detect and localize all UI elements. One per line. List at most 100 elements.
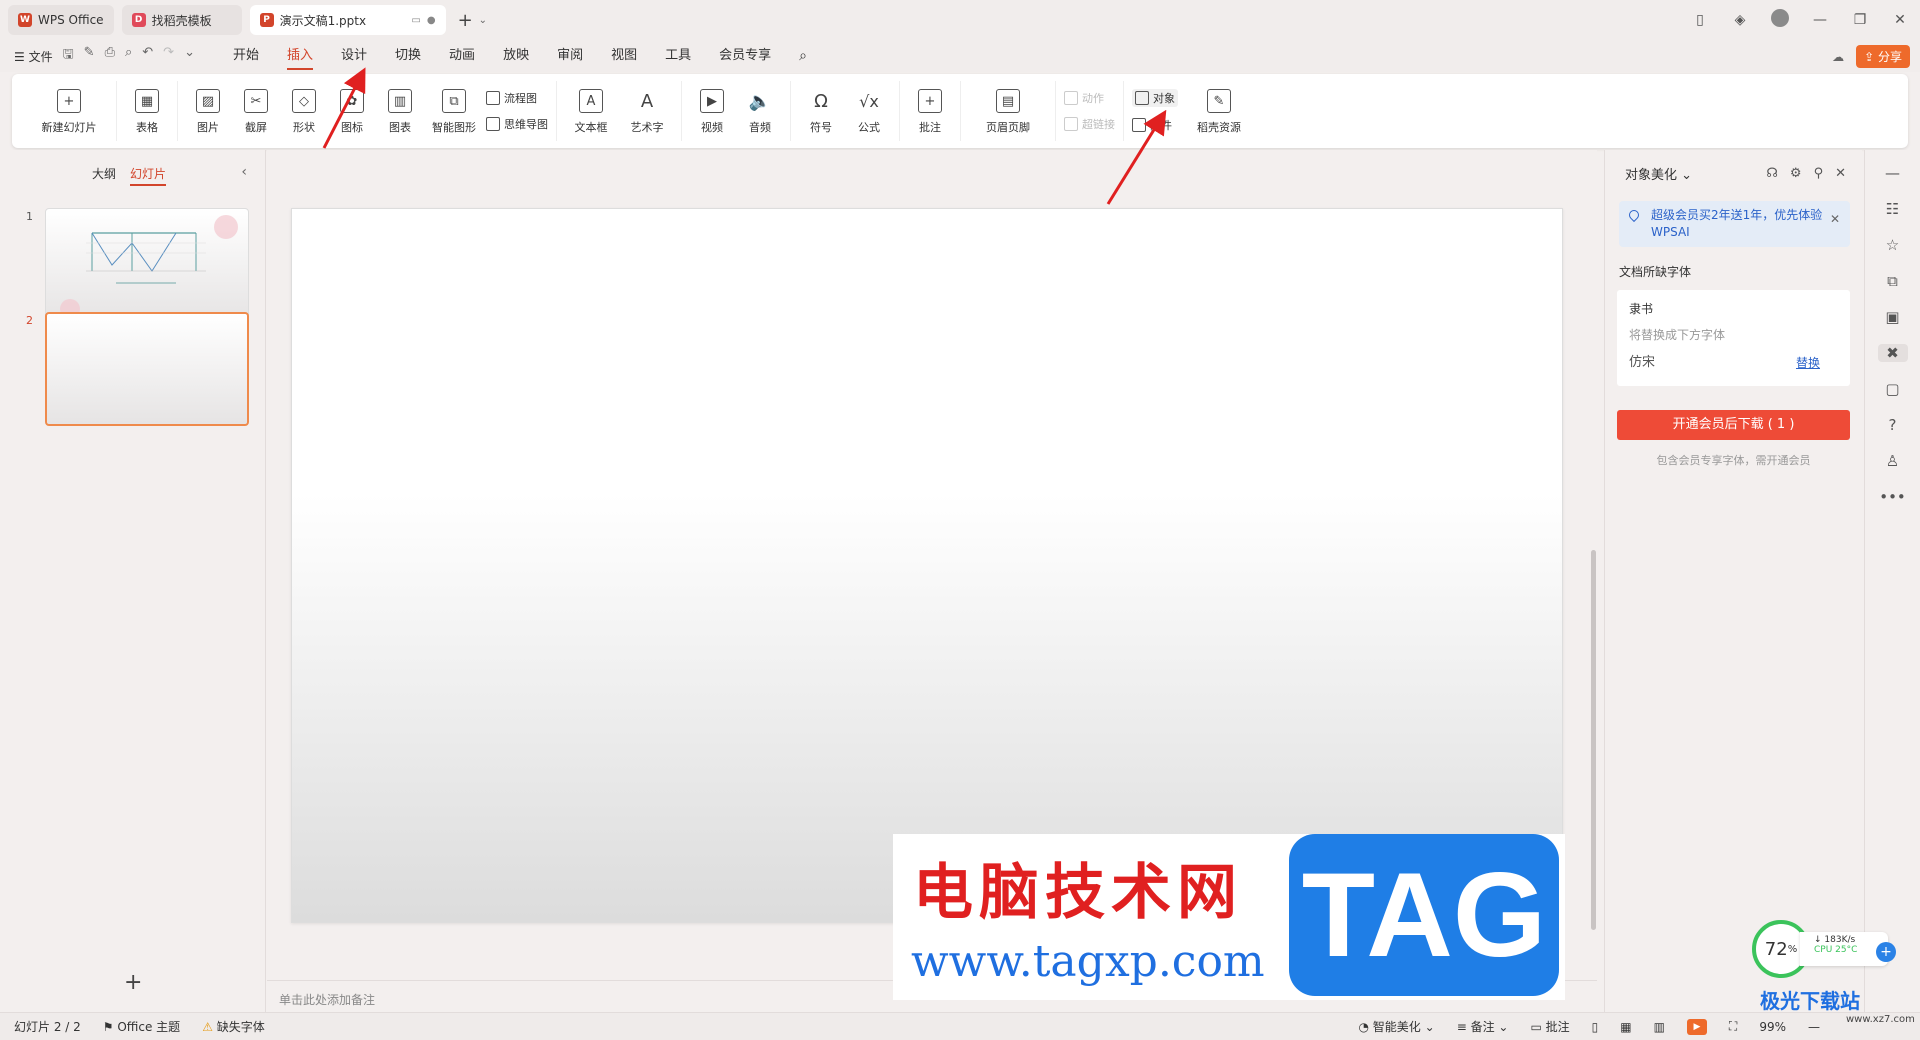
minimize-button[interactable]: — [1800,12,1840,28]
wordart-button[interactable]: A 艺术字 [621,83,673,139]
watermark: 电脑技术网 www.tagxp.com TAG [893,834,1565,1000]
headset-icon[interactable]: ☊ [1766,166,1778,181]
new-tab-button[interactable]: + [458,10,473,31]
action-button[interactable]: 动作 [1064,90,1115,106]
chart-button[interactable]: ▥ 图表 [378,83,422,139]
tab-review[interactable]: 审阅 [543,40,597,72]
hyperlink-button[interactable]: 超链接 [1064,116,1115,132]
notes-button[interactable]: ≡ 备注 ⌄ [1457,1018,1509,1035]
comments-button[interactable]: ▭ 批注 [1530,1018,1569,1035]
normal-view-icon[interactable]: ▯ [1592,1020,1599,1034]
tab-presentation[interactable]: P 演示文稿1.pptx ▭ ● [249,5,446,35]
textbox-button[interactable]: A 文本框 [565,83,617,139]
book-icon[interactable]: ▢ [1885,380,1899,398]
mindmap-button[interactable]: 思维导图 [486,116,548,132]
tab-insert[interactable]: 插入 [273,40,327,72]
pin-icon[interactable]: ⚲ [1814,166,1824,181]
plus-icon[interactable]: + [1876,942,1896,962]
promo-banner[interactable]: 超级会员买2年送1年，优先体验WPSAI ✕ [1619,201,1850,247]
flowchart-button[interactable]: 流程图 [486,90,548,106]
cloud-icon[interactable]: ☁ [1832,50,1844,64]
docer-resources-button[interactable]: ✎ 稻壳资源 [1188,83,1250,139]
cube-icon[interactable]: ◈ [1720,12,1760,28]
tab-view[interactable]: 视图 [597,40,651,72]
missing-font-status[interactable]: ⚠ 缺失字体 [202,1018,265,1035]
help-icon[interactable]: ? [1889,416,1897,434]
tab-transition[interactable]: 切换 [381,40,435,72]
more-icon[interactable]: ••• [1879,488,1906,506]
tab-home[interactable]: 开始 [219,40,273,72]
save-icon[interactable]: 🖫 [63,45,74,67]
tab-tools[interactable]: 工具 [651,40,705,72]
tab-list-chevron-icon[interactable]: ⌄ [479,15,487,26]
search-icon[interactable]: ⌕ [785,40,821,72]
scrollbar-thumb[interactable] [1591,550,1596,930]
shirt-icon[interactable]: ♙ [1886,452,1899,470]
screenshot-button[interactable]: ✂ 截屏 [234,83,278,139]
collapse-chevron-icon[interactable]: ‹ [241,164,247,180]
table-button[interactable]: ▦ 表格 [125,83,169,139]
tab-slides[interactable]: 幻灯片 [130,165,167,186]
sliders-icon[interactable]: ☷ [1886,200,1899,218]
collapse-icon[interactable]: — [1885,164,1900,182]
picture-button[interactable]: ▨ 图片 [186,83,230,139]
reading-view-icon[interactable]: ▥ [1654,1020,1665,1034]
share-button[interactable]: ⇪ 分享 [1856,45,1910,68]
replace-link[interactable]: 替换 [1796,354,1820,371]
gear-icon[interactable]: ⚙ [1790,166,1802,181]
close-button[interactable]: ✕ [1880,12,1920,28]
layout-icon[interactable]: ▯ [1680,12,1720,28]
zoom-level[interactable]: 99% [1759,1020,1786,1034]
new-slide-button[interactable]: + 新建幻灯片 [30,83,108,139]
layers-icon[interactable]: ⧉ [1887,272,1898,290]
tab-outline[interactable]: 大纲 [92,165,116,186]
image-edit-icon[interactable]: ▣ [1885,308,1899,326]
symbol-button[interactable]: Ω 符号 [799,83,843,139]
play-slideshow-icon[interactable]: ▶ [1686,1018,1707,1035]
audio-button[interactable]: 🔈 音频 [738,83,782,139]
vertical-scrollbar[interactable] [1589,150,1597,980]
icon-button[interactable]: ✿ 图标 [330,83,374,139]
replace-hint: 将替换成下方字体 [1629,328,1726,342]
undo-icon[interactable]: ↶ [142,45,153,67]
pen-icon[interactable]: ✎ [84,45,95,67]
attachment-button[interactable]: 附件 [1132,117,1178,133]
zoom-out-button[interactable]: — [1808,1020,1820,1034]
object-button[interactable]: 对象 [1132,89,1178,107]
print-icon[interactable]: ⎙ [105,45,115,67]
header-footer-button[interactable]: ▤ 页眉页脚 [969,83,1047,139]
shape-button[interactable]: ◇ 形状 [282,83,326,139]
close-icon[interactable]: ✕ [1830,211,1840,228]
add-slide-button[interactable]: + [124,970,142,995]
formula-button[interactable]: √x 公式 [847,83,891,139]
tab-animation[interactable]: 动画 [435,40,489,72]
monitor-icon: ▭ [411,14,421,26]
more-chevron-icon[interactable]: ⌄ [184,45,195,67]
tab-member[interactable]: 会员专享 [705,40,785,72]
performance-widget[interactable]: 72% ↓ 183K/s CPU 25°C + [1752,920,1898,980]
tab-docer-templates[interactable]: D 找稻壳模板 [121,5,242,35]
slide-thumbnail-1[interactable] [45,208,249,322]
theme-button[interactable]: ⚑ Office 主题 [103,1018,180,1035]
restore-button[interactable]: ❐ [1840,12,1880,28]
smart-graphic-button[interactable]: ⧉ 智能图形 [426,83,482,139]
grid-view-icon[interactable]: ▦ [1620,1020,1631,1034]
tab-design[interactable]: 设计 [327,40,381,72]
close-icon[interactable]: ✕ [1835,166,1846,181]
star-icon[interactable]: ☆ [1886,236,1899,254]
video-button[interactable]: ▶ 视频 [690,83,734,139]
current-slide[interactable] [291,208,1563,923]
slide-thumbnail-2[interactable] [45,312,249,426]
panel-title[interactable]: 对象美化 ⌄ [1625,164,1692,183]
avatar[interactable] [1760,9,1800,31]
redo-icon[interactable]: ↷ [163,45,174,67]
tab-wps-office[interactable]: W WPS Office [8,5,114,35]
comment-button[interactable]: + 批注 [908,83,952,139]
file-menu[interactable]: ☰ 文件 [14,48,53,65]
download-button[interactable]: 开通会员后下载 ( 1 ) [1617,410,1850,440]
preview-icon[interactable]: ⌕ [125,45,132,67]
fit-window-icon[interactable]: ⛶ [1729,1019,1737,1034]
tab-slideshow[interactable]: 放映 [489,40,543,72]
smart-beautify-button[interactable]: ◔ 智能美化 ⌄ [1359,1018,1435,1035]
tools-icon[interactable]: ✖ [1877,344,1908,362]
